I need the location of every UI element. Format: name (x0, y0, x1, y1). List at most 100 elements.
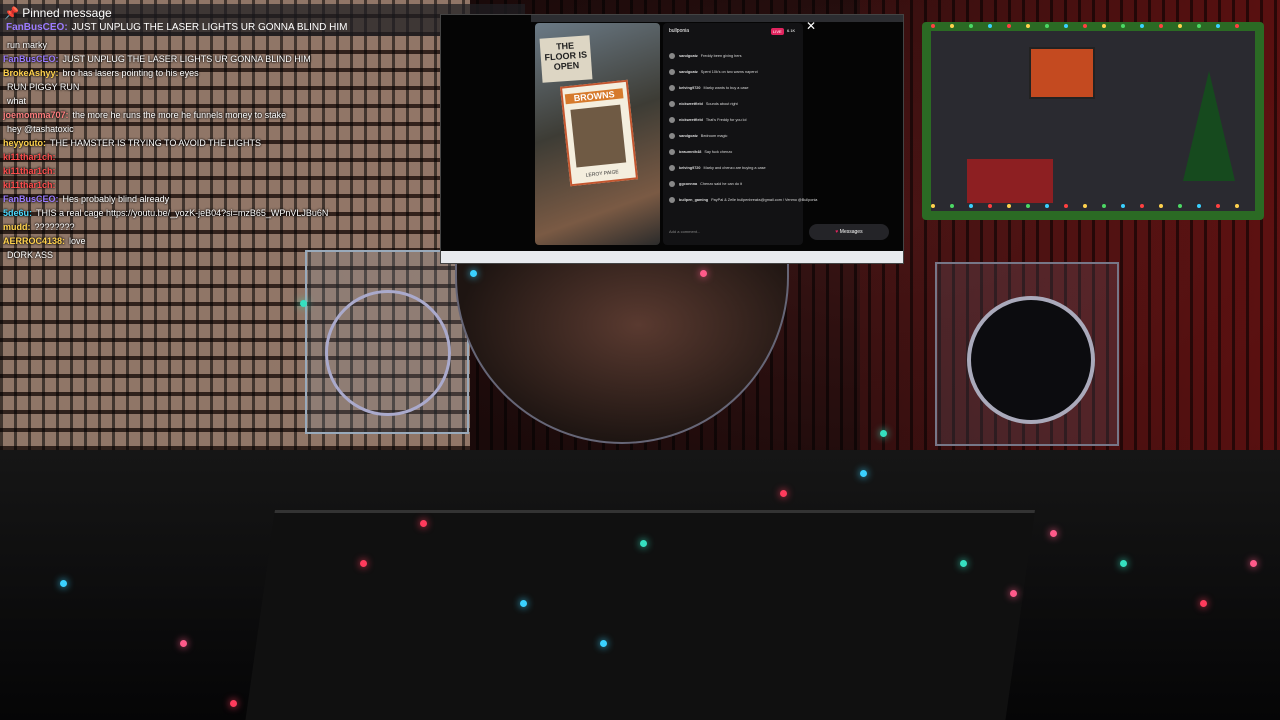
avatar (669, 69, 675, 75)
string-light (1121, 204, 1125, 208)
left-cage-door (305, 250, 469, 434)
chat-line: 5de6u: THIS a real cage https://youtu.be/… (3, 206, 433, 220)
string-light (1178, 204, 1182, 208)
comment-user[interactable]: kelving9720 (679, 166, 701, 170)
comment-user[interactable]: nickweetfield (679, 118, 703, 122)
chat-log: run marky FanBusCEO: JUST UNPLUG THE LASER… (3, 38, 433, 262)
string-light (1026, 204, 1030, 208)
stream-comment: sandgoatz Bedroom magic (669, 133, 727, 139)
chat-line: FanBusCEO: Hes probably blind already (3, 192, 433, 206)
string-light (988, 24, 992, 28)
string-light (1197, 24, 1201, 28)
chat-line: BrokeAshyy: bro has lasers pointing to hi… (3, 66, 433, 80)
string-light (1235, 204, 1239, 208)
chat-username[interactable]: ki11thar1ch: (3, 152, 56, 162)
card-player-name: LEROY PAIGE (585, 169, 620, 179)
disco-dot (520, 600, 527, 607)
stream-comment: beaumnth48 Say fuck chenzo (669, 149, 732, 155)
avatar (669, 181, 675, 187)
right-cage-door (935, 262, 1119, 446)
string-light (1007, 204, 1011, 208)
chat-username[interactable]: mudd: (3, 222, 31, 232)
disco-dot (880, 430, 887, 437)
string-light (950, 204, 954, 208)
comment-user[interactable]: sandgoatz (679, 54, 698, 58)
disco-dot (1250, 560, 1257, 567)
stream-comment: bullpen_gaming PayPal & Zelle bullpenbrea… (669, 197, 817, 203)
pin-icon: 📌 (4, 6, 19, 20)
string-light (1064, 204, 1068, 208)
chat-line: hey @tashatoxic (3, 122, 433, 136)
pinned-user: FanBusCEO: (6, 22, 68, 33)
string-light (931, 204, 935, 208)
gift-box (967, 159, 1053, 203)
chat-text: the more he runs the more he funnels mon… (72, 110, 287, 120)
disco-dot (300, 300, 307, 307)
chat-line: mudd:???????? (3, 220, 433, 234)
stream-comment: sandgoatz Spent 10k's on two warns naperc… (669, 69, 758, 75)
floor-open-sign: THE FLOOR IS OPEN (539, 35, 593, 83)
viewer-count: 6.1K (787, 28, 796, 33)
live-stream-panel: bullponia LIVE 6.1K sandgoatz Freddy been… (663, 23, 817, 245)
comment-text: Bedroom magic (700, 134, 728, 138)
comment-input[interactable]: Add a comment... (669, 229, 789, 238)
string-light (1159, 204, 1163, 208)
live-badge: LIVE (771, 28, 784, 35)
chat-line: heyyouto: THE HAMSTER IS TRYING TO AVOID … (3, 136, 433, 150)
chat-line: what (3, 94, 433, 108)
string-light (1216, 204, 1220, 208)
chat-username[interactable]: joemomma707: (3, 110, 69, 120)
messages-button[interactable]: ♥ Messages (809, 224, 889, 240)
string-light (969, 24, 973, 28)
avatar (669, 53, 675, 59)
comment-text: That's Freddy for you lol (705, 118, 747, 122)
string-light (1159, 24, 1163, 28)
string-light (1083, 204, 1087, 208)
chat-username[interactable]: AERROC4138: (3, 236, 65, 246)
chat-username[interactable]: ki11thar1ch: (3, 166, 56, 176)
chat-line: AERROC4138: love (3, 234, 433, 248)
comment-user[interactable]: nickweetfield (679, 102, 703, 106)
string-light (1007, 24, 1011, 28)
chat-username[interactable]: 5de6u: (3, 208, 32, 218)
string-light (1197, 204, 1201, 208)
close-icon[interactable]: ✕ (806, 19, 816, 33)
chat-username[interactable]: BrokeAshyy: (3, 68, 59, 78)
disco-dot (1050, 530, 1057, 537)
disco-dot (860, 470, 867, 477)
baseball-card: BROWNS LEROY PAIGE (559, 79, 639, 187)
string-light (1140, 204, 1144, 208)
comment-user[interactable]: sandgoatz (679, 70, 698, 74)
chat-line: ki11thar1ch: (3, 178, 433, 192)
comment-user[interactable]: sandgoatz (679, 134, 698, 138)
chat-line: ki11thar1ch: (3, 150, 433, 164)
comment-user[interactable]: kelving9720 (679, 86, 701, 90)
avatar (669, 117, 675, 123)
chat-text: ???????? (34, 222, 75, 232)
chat-line: ki11thar1ch: (3, 164, 433, 178)
comment-text: Chenzo said he can do it (700, 182, 742, 186)
chat-username[interactable]: FanBusCEO: (3, 194, 59, 204)
disco-dot (700, 270, 707, 277)
disco-dot (640, 540, 647, 547)
chat-username[interactable]: ki11thar1ch: (3, 180, 56, 190)
card-break-video: THE FLOOR IS OPEN BROWNS LEROY PAIGE (535, 23, 660, 245)
stream-username[interactable]: bullponia (669, 28, 689, 34)
disco-dot (600, 640, 607, 647)
chat-line: RUN PIGGY RUN (3, 80, 433, 94)
chat-username[interactable]: FanBusCEO: (3, 54, 59, 64)
string-light (988, 204, 992, 208)
card-team: BROWNS (564, 88, 624, 105)
string-light (1064, 24, 1068, 28)
stream-comment: kelving9720 Marky wants to buy a case (669, 85, 748, 91)
disco-dot (780, 490, 787, 497)
string-light (931, 24, 935, 28)
disco-dot (1120, 560, 1127, 567)
chat-text: what (7, 96, 27, 106)
string-light (969, 204, 973, 208)
chat-text: run marky (7, 40, 48, 50)
comment-user[interactable]: ggconnna (679, 182, 697, 186)
comment-user[interactable]: beaumnth48 (679, 150, 701, 154)
chat-username[interactable]: heyyouto: (3, 138, 46, 148)
comment-user[interactable]: bullpen_gaming (679, 198, 708, 202)
